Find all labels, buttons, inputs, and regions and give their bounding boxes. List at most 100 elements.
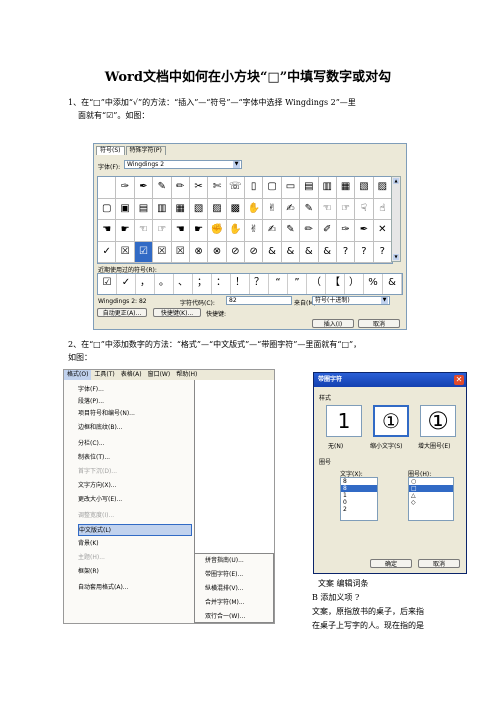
symbol-cell[interactable]: ⊘ bbox=[245, 241, 264, 263]
recent-symbol-cell[interactable]: ； bbox=[193, 274, 212, 294]
list-item[interactable]: ○ bbox=[409, 478, 453, 485]
symbol-cell[interactable]: ▢ bbox=[263, 177, 282, 199]
recent-symbol-cell[interactable]: & bbox=[383, 274, 402, 294]
recent-symbol-cell[interactable]: ： bbox=[212, 274, 231, 294]
symbol-cell[interactable]: ✐ bbox=[318, 220, 337, 242]
list-item[interactable]: 8 bbox=[341, 485, 377, 492]
scroll-up-icon[interactable]: ▲ bbox=[393, 178, 399, 184]
text-listbox[interactable]: 88102 bbox=[340, 477, 378, 521]
symbol-cell[interactable]: ✍ bbox=[281, 198, 301, 220]
menu-format[interactable]: 格式(O) bbox=[64, 370, 92, 380]
symbol-cell[interactable]: & bbox=[318, 241, 337, 263]
symbol-cell[interactable]: ☜ bbox=[318, 198, 337, 220]
symbol-cell[interactable]: ▥ bbox=[318, 177, 337, 199]
tab-special-chars[interactable]: 特殊字符(P) bbox=[125, 146, 166, 155]
symbol-cell[interactable]: ☞ bbox=[336, 198, 356, 220]
symbol-cell[interactable]: ▢ bbox=[98, 198, 117, 220]
symbol-cell[interactable]: ✏ bbox=[171, 177, 190, 199]
style-enlarge-preview[interactable]: ① bbox=[420, 405, 456, 437]
style-shrink-preview[interactable]: ① bbox=[373, 405, 409, 437]
scroll-down-icon[interactable]: ▼ bbox=[393, 254, 399, 260]
symbol-cell[interactable]: ☚ bbox=[171, 220, 190, 242]
format-menu-item[interactable]: 分栏(C)... bbox=[78, 438, 192, 450]
symbol-cell[interactable]: ✒ bbox=[134, 177, 154, 199]
symbol-cell[interactable]: ☒ bbox=[153, 241, 172, 263]
recent-symbol-cell[interactable]: ） bbox=[345, 274, 364, 294]
symbol-cell[interactable]: ✎ bbox=[281, 220, 301, 242]
symbol-cell[interactable]: ✊ bbox=[208, 220, 227, 242]
symbol-cell[interactable]: ✎ bbox=[300, 198, 319, 220]
format-menu-item[interactable]: 边框和底纹(B)... bbox=[78, 422, 192, 434]
symbol-cell[interactable]: ☝ bbox=[373, 198, 392, 220]
symbol-cell[interactable]: ✍ bbox=[263, 220, 282, 242]
symbol-cell[interactable]: ⊘ bbox=[226, 241, 245, 263]
symbol-grid[interactable]: ✑ ✒ ✎ ✏ ✂ ✄ ☏ ▯ ▢ ▭ ▤ ▥ ▦ ▧ ▨ ▢ ▣ ▤ ▥ ▦ ▧ ▨ ▩ ✋ ✌ ✍ ✎ ☜ ☞ ☟ ☝ ☚ ☛ ☜ ☞ ☚ ☛ ✊ ✋ ✌… bbox=[97, 176, 393, 264]
style-enlarge-label[interactable]: 增大圈号(E) bbox=[418, 441, 450, 450]
style-none-label[interactable]: 无(N) bbox=[328, 441, 343, 450]
symbol-cell[interactable]: ▤ bbox=[300, 177, 319, 199]
symbol-cell[interactable]: ▤ bbox=[134, 198, 154, 220]
menu-window[interactable]: 窗口(W) bbox=[145, 370, 174, 380]
format-menu-item[interactable]: 文字方向(X)... bbox=[78, 480, 192, 492]
symbol-cell[interactable]: ▥ bbox=[153, 198, 172, 220]
symbol-cell[interactable]: ✋ bbox=[245, 198, 264, 220]
symbol-cell[interactable]: ✋ bbox=[226, 220, 245, 242]
menu-tools[interactable]: 工具(T) bbox=[91, 370, 117, 380]
symbol-cell[interactable]: ☏ bbox=[226, 177, 245, 199]
symbol-cell[interactable]: ✌ bbox=[263, 198, 282, 220]
symbol-cell[interactable]: ▭ bbox=[281, 177, 301, 199]
format-menu-item[interactable]: 框架(R) bbox=[78, 566, 192, 578]
menu-table[interactable]: 表格(A) bbox=[118, 370, 145, 380]
symbol-cell[interactable]: ▦ bbox=[336, 177, 356, 199]
symbol-cell[interactable]: ✕ bbox=[373, 220, 392, 242]
menu-help[interactable]: 帮助(H) bbox=[173, 370, 200, 380]
recent-symbol-cell[interactable]: ” bbox=[288, 274, 307, 294]
symbol-cell[interactable]: ✓ bbox=[98, 241, 117, 263]
symbol-cell[interactable]: ☟ bbox=[355, 198, 374, 220]
list-item[interactable]: ◇ bbox=[409, 499, 453, 506]
symbol-cell[interactable]: ⊗ bbox=[189, 241, 209, 263]
format-menu-item[interactable]: 调整宽度(I)... bbox=[78, 510, 192, 522]
symbol-cell[interactable]: ✑ bbox=[116, 177, 135, 199]
format-menu-item[interactable]: 段落(P)... bbox=[78, 396, 192, 408]
char-code-input[interactable]: 82 bbox=[226, 296, 292, 305]
symbol-cell[interactable]: ▣ bbox=[116, 198, 135, 220]
symbol-cell[interactable]: ▧ bbox=[355, 177, 374, 199]
symbol-cell[interactable]: & bbox=[300, 241, 319, 263]
style-none-preview[interactable]: 1 bbox=[326, 405, 362, 437]
shortcut-button[interactable]: 快捷键(K)... bbox=[153, 308, 201, 317]
close-icon[interactable]: ✕ bbox=[454, 375, 464, 385]
ring-listbox[interactable]: ○ □ △ ◇ bbox=[408, 477, 454, 521]
symbol-cell[interactable]: ✄ bbox=[208, 177, 227, 199]
symbol-cell[interactable]: ✂ bbox=[189, 177, 209, 199]
tab-symbols[interactable]: 符号(S) bbox=[96, 146, 125, 155]
style-shrink-label[interactable]: 缩小文字(S) bbox=[370, 441, 403, 450]
symbol-grid-scrollbar[interactable]: ▲ ▼ bbox=[391, 176, 401, 262]
symbol-cell[interactable]: ✏ bbox=[300, 220, 319, 242]
symbol-cell[interactable]: ✌ bbox=[245, 220, 264, 242]
list-item[interactable]: 1 bbox=[341, 492, 377, 499]
submenu-item[interactable]: 纵横混排(V)... bbox=[205, 582, 244, 596]
autocorrect-button[interactable]: 自动更正(A)... bbox=[97, 308, 147, 317]
symbol-cell[interactable]: ▩ bbox=[226, 198, 245, 220]
format-menu-item[interactable]: 项目符号和编号(N)... bbox=[78, 408, 192, 420]
symbol-cell[interactable]: ☜ bbox=[134, 220, 154, 242]
format-menu-item[interactable]: 字体(F)... bbox=[78, 384, 192, 396]
symbol-cell[interactable]: & bbox=[263, 241, 282, 263]
symbol-cell[interactable]: ☛ bbox=[189, 220, 209, 242]
recent-symbol-cell[interactable]: ☑ bbox=[98, 274, 117, 294]
list-item[interactable]: 2 bbox=[341, 506, 377, 513]
symbol-cell[interactable]: ☒ bbox=[171, 241, 190, 263]
symbol-cell[interactable]: ☒ bbox=[116, 241, 135, 263]
symbol-cell[interactable]: ▯ bbox=[245, 177, 264, 199]
list-item[interactable]: △ bbox=[409, 492, 453, 499]
symbol-cell[interactable]: ? bbox=[336, 241, 356, 263]
symbol-cell[interactable]: ? bbox=[355, 241, 374, 263]
recent-symbol-cell[interactable]: ， bbox=[136, 274, 155, 294]
symbol-cell[interactable]: ☚ bbox=[98, 220, 117, 242]
insert-button[interactable]: 插入(I) bbox=[312, 319, 354, 328]
list-item[interactable]: □ bbox=[409, 485, 453, 492]
recent-symbol-cell[interactable]: ✓ bbox=[117, 274, 136, 294]
recent-symbol-cell[interactable]: % bbox=[364, 274, 383, 294]
symbol-cell[interactable]: ▧ bbox=[189, 198, 209, 220]
